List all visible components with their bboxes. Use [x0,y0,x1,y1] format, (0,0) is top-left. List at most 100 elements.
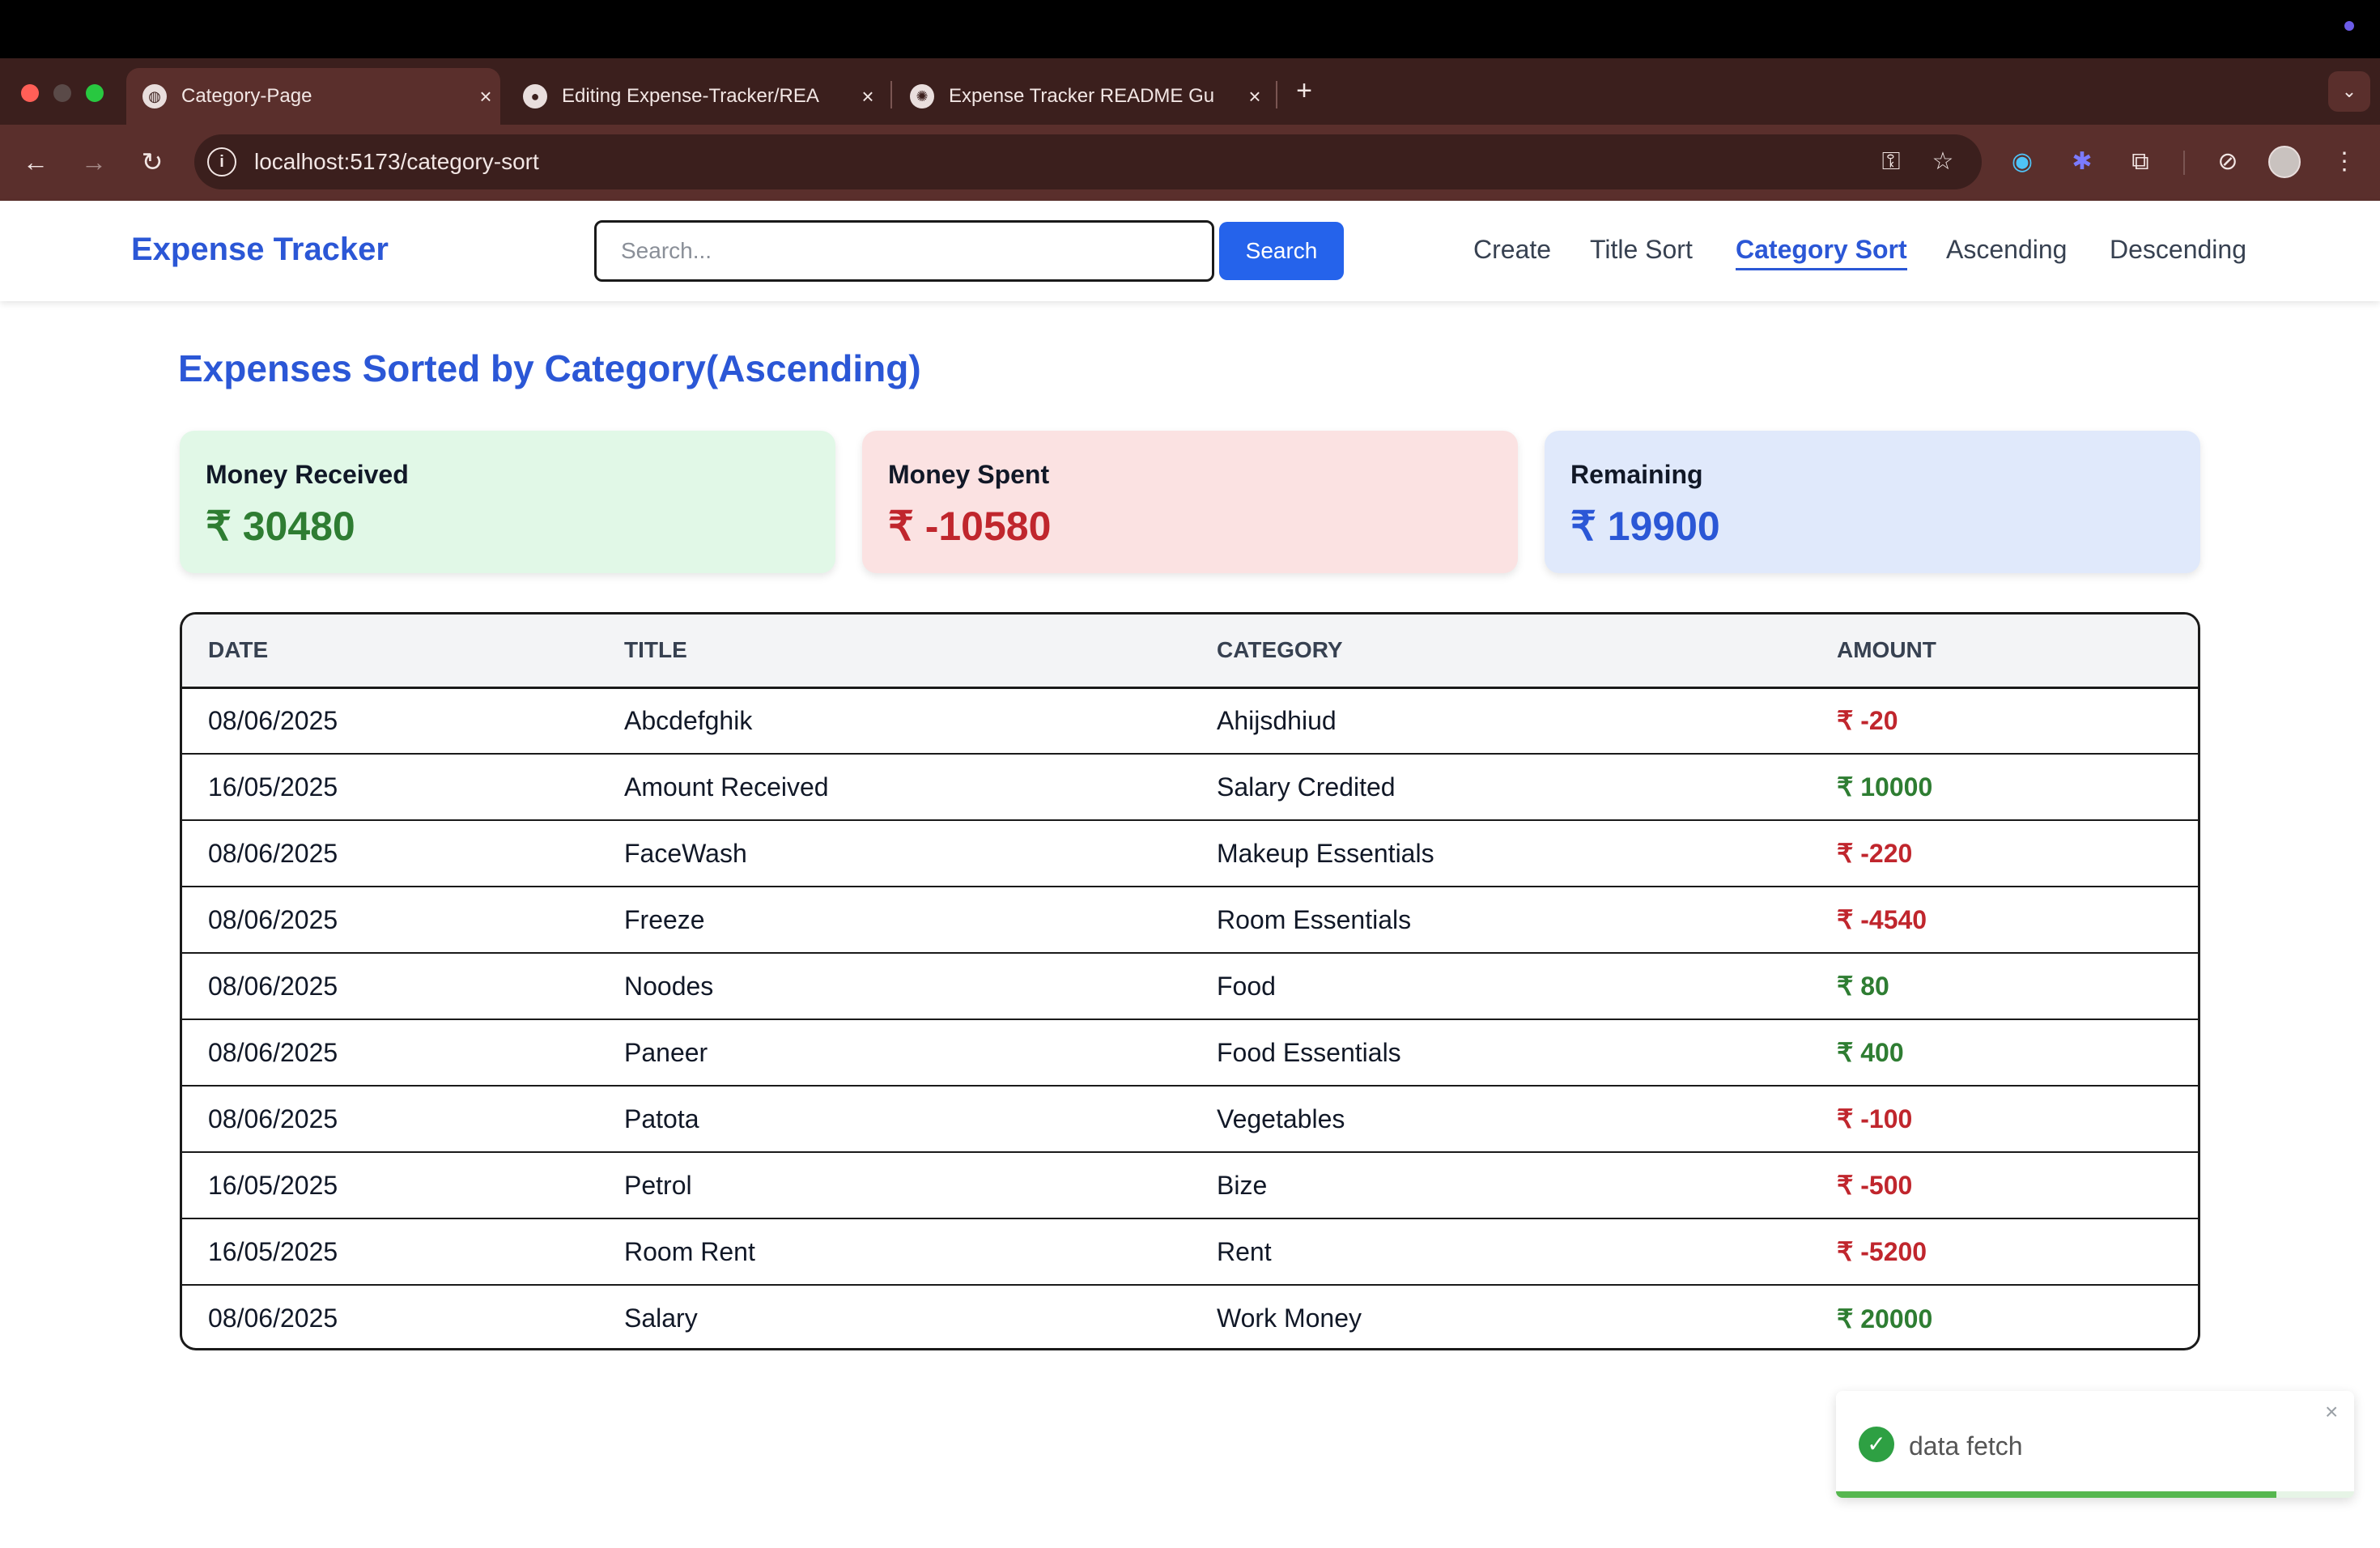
screen-recorder-extension-icon[interactable]: ◉ [2004,144,2040,180]
title-cell: Freeze [624,887,1217,954]
date-cell: 16/05/2025 [182,1152,624,1219]
tab-separator [1276,81,1277,108]
date-cell: 16/05/2025 [182,754,624,821]
tab-title: Category-Page [181,85,312,107]
title-cell: FaceWash [624,820,1217,887]
nav-descending[interactable]: Descending [2110,235,2246,265]
reload-icon[interactable]: ↻ [131,141,173,183]
amount-cell: ₹ -500 [1837,1152,2198,1219]
nav-ascending[interactable]: Ascending [1946,235,2067,265]
amount-cell: ₹ 400 [1837,1019,2198,1087]
tab-readme-guide[interactable]: ✺ Expense Tracker README Gu × [894,68,1269,125]
card-label: Money Spent [888,460,1050,489]
category-cell: Food Essentials [1217,1019,1837,1087]
category-cell: Work Money [1217,1303,1362,1333]
amount-cell: ₹ -100 [1837,1086,2198,1153]
profile-avatar[interactable] [2268,146,2301,178]
title-cell: Petrol [624,1152,1217,1219]
date-cell: 08/06/2025 [208,1303,338,1333]
table-row: 08/06/2025 Noodes Food ₹ 80 [182,953,2198,1020]
tab-close-icon[interactable]: × [471,84,500,109]
tab-close-icon[interactable]: × [853,84,882,109]
nav-title-sort[interactable]: Title Sort [1590,235,1693,265]
column-header-title: TITLE [624,615,1217,689]
toast-progress-bar [1836,1491,2276,1498]
category-cell: Makeup Essentials [1217,820,1837,887]
kebab-menu-icon[interactable]: ⋮ [2327,144,2362,180]
date-cell: 08/06/2025 [182,887,624,954]
category-cell: Vegetables [1217,1086,1837,1153]
card-label: Money Received [206,460,409,489]
column-header-date: DATE [182,615,624,689]
search-input[interactable] [594,220,1214,282]
menu-bar [0,0,2380,58]
nav-category-sort[interactable]: Category Sort [1736,235,1907,270]
toast-progress-track [1836,1491,2354,1498]
table-row: 08/06/2025 Abcdefghik Ahijsdhiud ₹ -20 [182,687,2198,755]
status-dot-icon [2344,21,2354,31]
money-spent-card: Money Spent ₹ -10580 [862,431,1518,573]
card-label: Remaining [1570,460,1703,489]
title-cell: Noodes [624,953,1217,1020]
toolbar-separator [2183,151,2185,175]
title-cell: Abcdefghik [624,687,1217,755]
column-header-amount: AMOUNT [1837,615,2198,689]
tab-github-editing[interactable]: ● Editing Expense-Tracker/REA × [507,68,882,125]
tab-close-icon[interactable]: × [1240,84,1269,109]
maximize-window-icon[interactable] [86,84,104,102]
expenses-table: DATE TITLE CATEGORY AMOUNT 08/06/2025 Abc… [180,612,2200,1350]
title-cell: Room Rent [624,1218,1217,1286]
tab-separator [890,81,892,108]
table-row: 16/05/2025 Amount Received Salary Credited… [182,754,2198,821]
brand-logo[interactable]: Expense Tracker [131,232,389,268]
table-row: 08/06/2025 Freeze Room Essentials ₹ -4540 [182,887,2198,954]
table-row: 08/06/2025 Patota Vegetables ₹ -100 [182,1086,2198,1153]
tab-category-page[interactable]: ◍ Category-Page × [126,68,500,125]
github-icon: ● [523,84,547,108]
new-tab-button[interactable]: + [1287,74,1321,108]
money-received-value: ₹ 30480 [206,504,355,549]
performance-icon[interactable]: ⊘ [2210,144,2246,180]
password-key-icon[interactable]: ⚿ [1873,144,1909,180]
globe-icon: ◍ [142,84,167,108]
remaining-card: Remaining ₹ 19900 [1545,431,2200,573]
money-received-card: Money Received ₹ 30480 [180,431,835,573]
amount-cell: ₹ -220 [1837,820,2198,887]
toast-notification[interactable]: ✓ data fetch × [1836,1391,2354,1498]
minimize-window-icon[interactable] [53,84,71,102]
toast-message: data fetch [1909,1431,2023,1461]
site-info-icon[interactable]: i [207,147,236,176]
remaining-value: ₹ 19900 [1570,504,1720,549]
ai-extension-icon[interactable]: ✱ [2064,144,2100,180]
page-title: Expenses Sorted by Category(Ascending) [178,347,921,389]
nav-create[interactable]: Create [1473,235,1551,265]
openai-icon: ✺ [910,84,934,108]
back-icon[interactable]: ← [15,141,57,183]
tab-title: Editing Expense-Tracker/REA [562,85,819,107]
bookmark-star-icon[interactable]: ☆ [1925,144,1961,180]
url-text[interactable]: localhost:5173/category-sort [254,147,539,176]
amount-cell: ₹ -4540 [1837,887,2198,954]
money-spent-value: ₹ -10580 [888,504,1052,549]
date-cell: 16/05/2025 [182,1218,624,1286]
title-cell: Patota [624,1086,1217,1153]
table-row: 16/05/2025 Petrol Bize ₹ -500 [182,1152,2198,1219]
toast-close-icon[interactable]: × [2325,1399,2338,1425]
tab-search-icon[interactable]: ⌄ [2328,71,2370,112]
category-cell: Rent [1217,1218,1837,1286]
check-circle-icon: ✓ [1859,1427,1894,1462]
category-cell: Bize [1217,1152,1837,1219]
close-window-icon[interactable] [21,84,39,102]
extensions-puzzle-icon[interactable]: ⧉ [2123,144,2158,180]
category-cell: Ahijsdhiud [1217,687,1837,755]
table-row: 08/06/2025 Paneer Food Essentials ₹ 400 [182,1019,2198,1087]
date-cell: 08/06/2025 [182,1086,624,1153]
category-cell: Salary Credited [1217,754,1837,821]
search-button[interactable]: Search [1219,222,1344,280]
forward-icon[interactable]: → [73,141,115,183]
date-cell: 08/06/2025 [182,953,624,1020]
tab-title: Expense Tracker README Gu [949,85,1215,107]
category-cell: Food [1217,953,1837,1020]
table-header-row: DATE TITLE CATEGORY AMOUNT [182,615,2198,689]
table-row: 08/06/2025 FaceWash Makeup Essentials ₹ -22… [182,820,2198,887]
